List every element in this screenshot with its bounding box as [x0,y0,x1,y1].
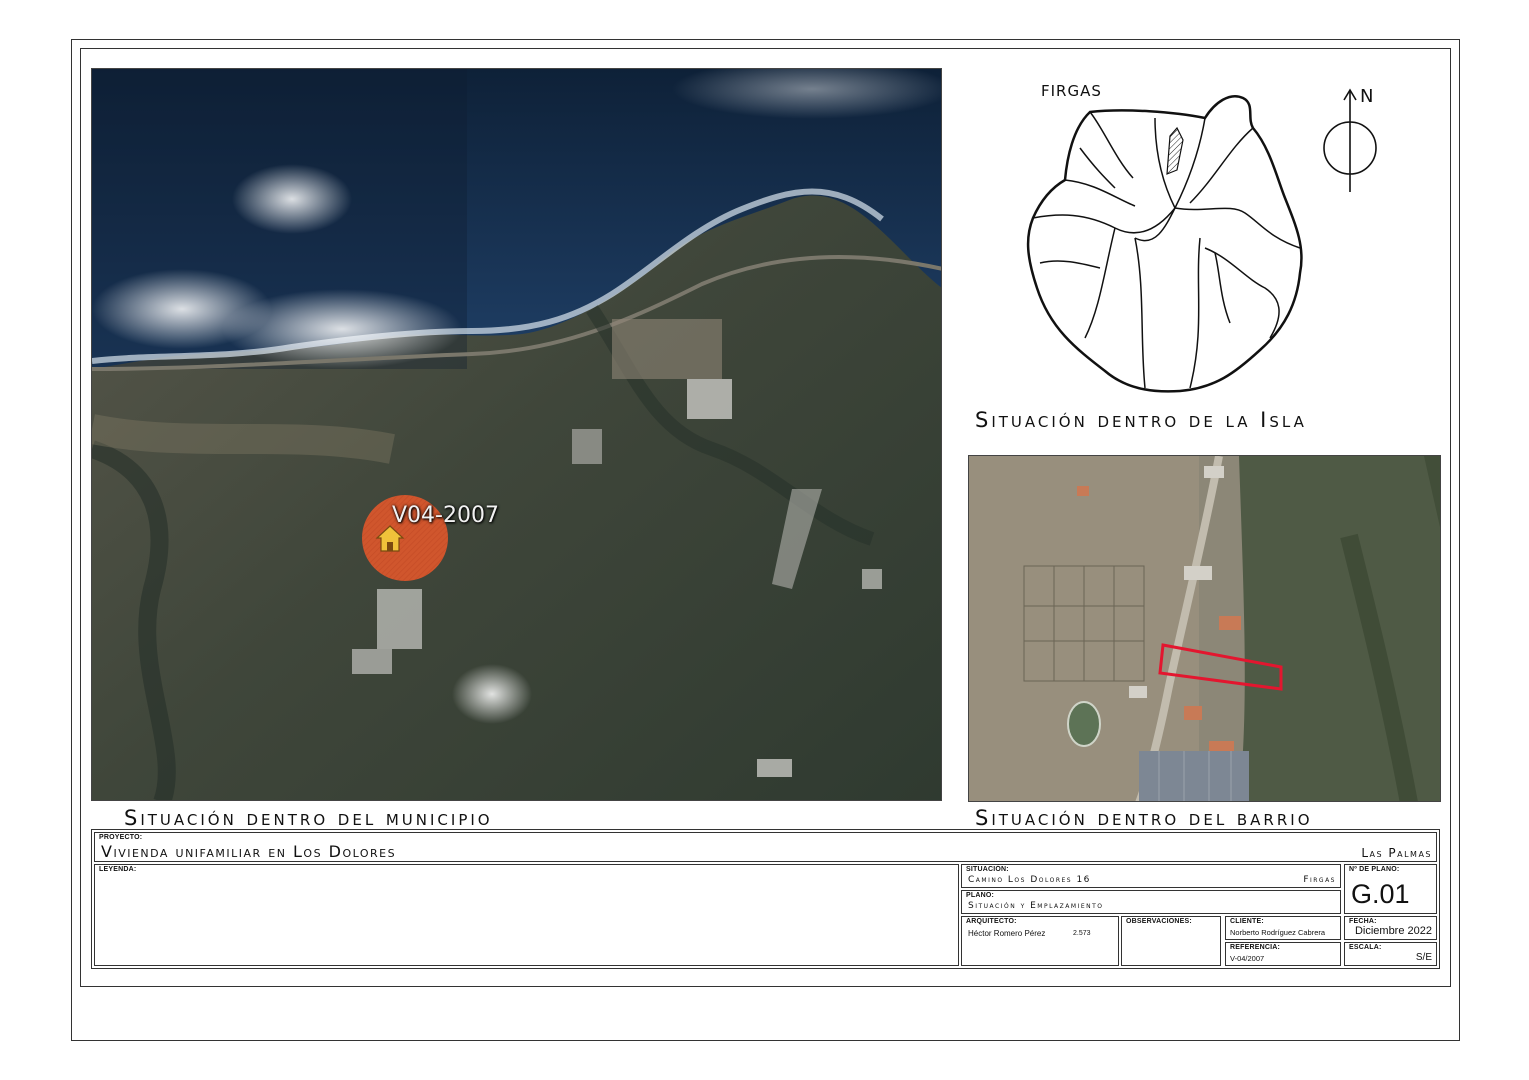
num-plano-label: Nº DE PLANO: [1349,866,1400,873]
proyecto-label: PROYECTO: [99,834,143,841]
observaciones-label: OBSERVACIONES: [1126,918,1192,925]
parcel-outline-shape [1158,643,1283,691]
cliente-cell: CLIENTE: Norberto Rodríguez Cabrera [1225,916,1341,940]
cliente-label: CLIENTE: [1230,918,1264,925]
situacion-municipio: Firgas [1303,875,1336,885]
referencia-label: REFERENCIA: [1230,944,1281,951]
escala-label: ESCALA: [1349,944,1382,951]
referencia-value: V-04/2007 [1230,954,1265,963]
project-marker-label: V04-2007 [392,503,499,528]
barrio-aerial-map[interactable] [968,455,1441,802]
situacion-label: SITUACIÓN: [966,866,1009,873]
proyecto-cell: PROYECTO: Vivienda unifamiliar en Los Do… [94,832,1437,862]
plano-cell: PLANO: Situación y Emplazamiento [961,890,1341,914]
situacion-value: Camino Los Dolores 16 [968,875,1091,885]
island-outline [1026,95,1303,393]
parcel-outline[interactable] [1157,641,1287,693]
fecha-cell: FECHA: Diciembre 2022 [1344,916,1437,940]
arquitecto-cell: ARQUITECTO: Héctor Romero Pérez 2.573 [961,916,1119,966]
leyenda-cell: LEYENDA: [94,864,959,966]
fecha-label: FECHA: [1349,918,1377,925]
leyenda-label: LEYENDA: [99,866,137,873]
fecha-value: Diciembre 2022 [1354,925,1432,937]
escala-value: S/E [1415,952,1432,963]
north-label: N [1360,86,1374,107]
observaciones-cell: OBSERVACIONES: [1121,916,1221,966]
proyecto-value: Vivienda unifamiliar en Los Dolores [101,842,397,861]
situacion-cell: SITUACIÓN: Camino Los Dolores 16 Firgas [961,864,1341,888]
caption-municipio: Situación dentro del municipio [124,806,493,830]
location-city: Las Palmas [1361,846,1432,860]
arquitecto-colegiado: 2.573 [1073,930,1091,937]
arquitecto-value: Héctor Romero Pérez [968,929,1046,938]
caption-barrio: Situación dentro del barrio [975,806,1313,830]
referencia-cell: REFERENCIA: V-04/2007 [1225,942,1341,966]
barrio-map-image [969,456,1440,801]
plano-label: PLANO: [966,892,995,899]
cliente-value: Norberto Rodríguez Cabrera [1230,928,1326,937]
caption-isla: Situación dentro de la Isla [975,408,1307,432]
escala-cell: ESCALA: S/E [1344,942,1437,966]
municipio-aerial-map[interactable]: V04-2007 [91,68,942,801]
arquitecto-label: ARQUITECTO: [966,918,1017,925]
num-plano-value: G.01 [1351,879,1410,909]
num-plano-cell: Nº DE PLANO: G.01 [1344,864,1437,914]
plano-value: Situación y Emplazamiento [968,901,1104,911]
north-arrow-icon [1323,88,1377,192]
island-map[interactable]: FIRGAS N [975,78,1425,408]
municipio-map-image [92,69,941,800]
